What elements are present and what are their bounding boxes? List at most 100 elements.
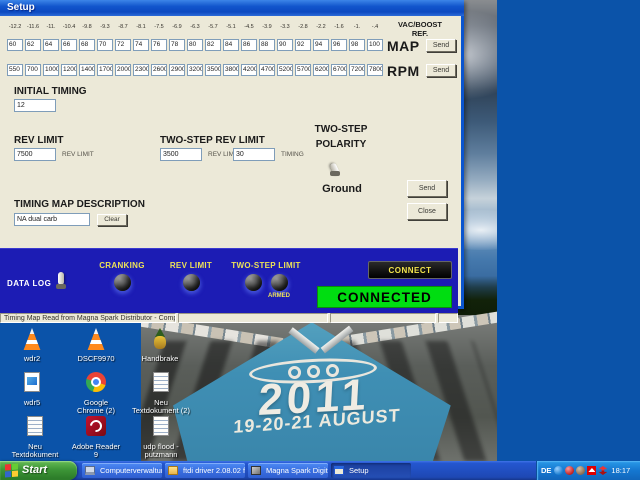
tray-language-bar-icon[interactable] <box>554 466 564 475</box>
send-button[interactable]: Send <box>407 180 447 197</box>
rev-limit-indicator: REV LIMIT <box>158 261 224 291</box>
two-step-rev-input[interactable]: 3500 <box>160 148 202 161</box>
rpm-cell-input[interactable]: 3200 <box>187 64 203 76</box>
vac-boost-value: -2.2 <box>316 24 326 30</box>
connect-button[interactable]: CONNECT <box>368 261 452 279</box>
desktop-icon-dscf9970[interactable]: DSCF9970 <box>70 328 122 363</box>
tray-antivirus-icon[interactable] <box>587 466 597 475</box>
desktop-icon-adobe-reader[interactable]: Adobe Reader 9 <box>70 416 122 459</box>
map-cell-input[interactable]: 94 <box>313 39 329 51</box>
toggle-base <box>330 171 340 176</box>
rpm-cell-input[interactable]: 5700 <box>295 64 311 76</box>
map-cell-input[interactable]: 68 <box>79 39 95 51</box>
rpm-cell-input[interactable]: 3800 <box>223 64 239 76</box>
map-cell-input[interactable]: 82 <box>205 39 221 51</box>
rpm-cell-input[interactable]: 1400 <box>79 64 95 76</box>
map-cell-input[interactable]: 76 <box>151 39 167 51</box>
map-cell-input[interactable]: 96 <box>331 39 347 51</box>
desktop: { "window": { "title": "Setup", "vac_ref… <box>0 0 640 480</box>
map-cell-input[interactable]: 90 <box>277 39 293 51</box>
status-segment <box>438 313 458 323</box>
rev-limit-field-label: REV LIMIT <box>62 151 94 158</box>
handbrake-pineapple-icon <box>148 328 172 352</box>
map-cell-input[interactable]: 84 <box>223 39 239 51</box>
close-button[interactable]: Close <box>407 203 447 220</box>
map-cell-input[interactable]: 64 <box>43 39 59 51</box>
rpm-cell-input[interactable]: 1700 <box>97 64 113 76</box>
status-panel: DATA LOG CRANKING REV LIMIT TWO-STEP LIM… <box>0 248 458 315</box>
window-title: Setup <box>7 2 35 13</box>
map-label: MAP <box>387 38 420 54</box>
rpm-cell-input[interactable]: 7200 <box>349 64 365 76</box>
polarity-toggle-switch[interactable] <box>327 158 343 178</box>
map-cell-input[interactable]: 78 <box>169 39 185 51</box>
language-indicator[interactable]: DE <box>541 466 551 475</box>
desktop-icon-wdr5[interactable]: wdr5 <box>6 372 58 407</box>
taskbar-item-ftdi-driver[interactable]: ftdi driver 2.08.02 fo... <box>165 463 245 478</box>
desktop-icon-udp-flood[interactable]: udp flood - putzmann <box>130 416 192 459</box>
desktop-icon-handbrake[interactable]: Handbrake <box>134 328 186 363</box>
vac-boost-value: -5.1 <box>226 24 236 30</box>
rpm-cell-input[interactable]: 3500 <box>205 64 221 76</box>
clear-button[interactable]: Clear <box>97 214 127 226</box>
rev-limit-input[interactable]: 7500 <box>14 148 56 161</box>
app-icon <box>251 466 261 475</box>
map-cell-input[interactable]: 70 <box>97 39 113 51</box>
taskbar: Start Computerverwaltung ftdi driver 2.0… <box>0 461 640 480</box>
rpm-cell-input[interactable]: 2900 <box>169 64 185 76</box>
map-cell-input[interactable]: 60 <box>7 39 23 51</box>
map-cell-input[interactable]: 100 <box>367 39 383 51</box>
window-titlebar[interactable]: Setup <box>0 0 464 16</box>
status-message: Timing Map Read from Magna Spark Distrib… <box>0 313 176 323</box>
map-cell-input[interactable]: 62 <box>25 39 41 51</box>
start-button[interactable]: Start <box>0 461 77 480</box>
rpm-send-button[interactable]: Send <box>426 64 456 77</box>
status-bar: Timing Map Read from Magna Spark Distrib… <box>0 313 458 323</box>
taskbar-item-setup[interactable]: Setup <box>331 463 411 478</box>
vac-boost-value: -.4 <box>371 24 379 30</box>
timing-map-description-input[interactable]: NA dual carb <box>14 213 90 226</box>
rpm-cell-input[interactable]: 1000 <box>43 64 59 76</box>
tray-app-icon[interactable] <box>576 466 586 475</box>
taskbar-clock[interactable]: 18:17 <box>611 466 630 475</box>
vac-boost-value: -11.6 <box>26 24 40 30</box>
rpm-cell-input[interactable]: 4700 <box>259 64 275 76</box>
vac-boost-value: -9.3 <box>100 24 110 30</box>
map-cell-input[interactable]: 92 <box>295 39 311 51</box>
data-log-toggle-switch[interactable] <box>53 271 69 291</box>
rpm-cell-input[interactable]: 4200 <box>241 64 257 76</box>
map-cell-input[interactable]: 80 <box>187 39 203 51</box>
desktop-icon-wdr2[interactable]: wdr2 <box>6 328 58 363</box>
two-step-timing-input[interactable]: 30 <box>233 148 275 161</box>
rpm-cell-input[interactable]: 700 <box>25 64 41 76</box>
map-cell-input[interactable]: 98 <box>349 39 365 51</box>
rpm-cell-input[interactable]: 2000 <box>115 64 131 76</box>
map-send-button[interactable]: Send <box>426 39 456 52</box>
rpm-cell-input[interactable]: 6200 <box>313 64 329 76</box>
map-cell-input[interactable]: 86 <box>241 39 257 51</box>
two-step-limit-indicator: TWO-STEP LIMIT ARMED <box>224 261 308 299</box>
map-cell-input[interactable]: 72 <box>115 39 131 51</box>
rpm-cell-input[interactable]: 7800 <box>367 64 383 76</box>
tray-security-icon[interactable] <box>565 466 575 475</box>
rpm-cell-input[interactable]: 5200 <box>277 64 293 76</box>
taskbar-item-magna-spark[interactable]: Magna Spark Digital D... <box>248 463 328 478</box>
rpm-cell-input[interactable]: 550 <box>7 64 23 76</box>
rpm-cell-input[interactable]: 1200 <box>61 64 77 76</box>
chrome-icon <box>84 372 108 396</box>
vac-boost-value: -5.7 <box>208 24 218 30</box>
desktop-icon-google-chrome[interactable]: Google Chrome (2) <box>70 372 122 415</box>
map-cell-input[interactable]: 74 <box>133 39 149 51</box>
rpm-cell-input[interactable]: 2600 <box>151 64 167 76</box>
initial-timing-input[interactable]: 12 <box>14 99 56 112</box>
map-cell-input[interactable]: 66 <box>61 39 77 51</box>
two-step-polarity-label: TWO-STEP POLARITY <box>314 124 368 150</box>
rpm-cell-input[interactable]: 6700 <box>331 64 347 76</box>
desktop-icon-neu-textdokument-2[interactable]: Neu Textdokument (2) <box>130 372 192 415</box>
taskbar-item-computerverwaltung[interactable]: Computerverwaltung <box>82 463 162 478</box>
rpm-row: 550 700 1000 1200 1400 1700 2000 2300 2600 2900 32… <box>7 64 383 76</box>
desktop-icon-neu-textdokument[interactable]: Neu Textdokument <box>6 416 64 459</box>
map-cell-input[interactable]: 88 <box>259 39 275 51</box>
tray-network-activity-icon[interactable] <box>598 466 608 475</box>
rpm-cell-input[interactable]: 2300 <box>133 64 149 76</box>
